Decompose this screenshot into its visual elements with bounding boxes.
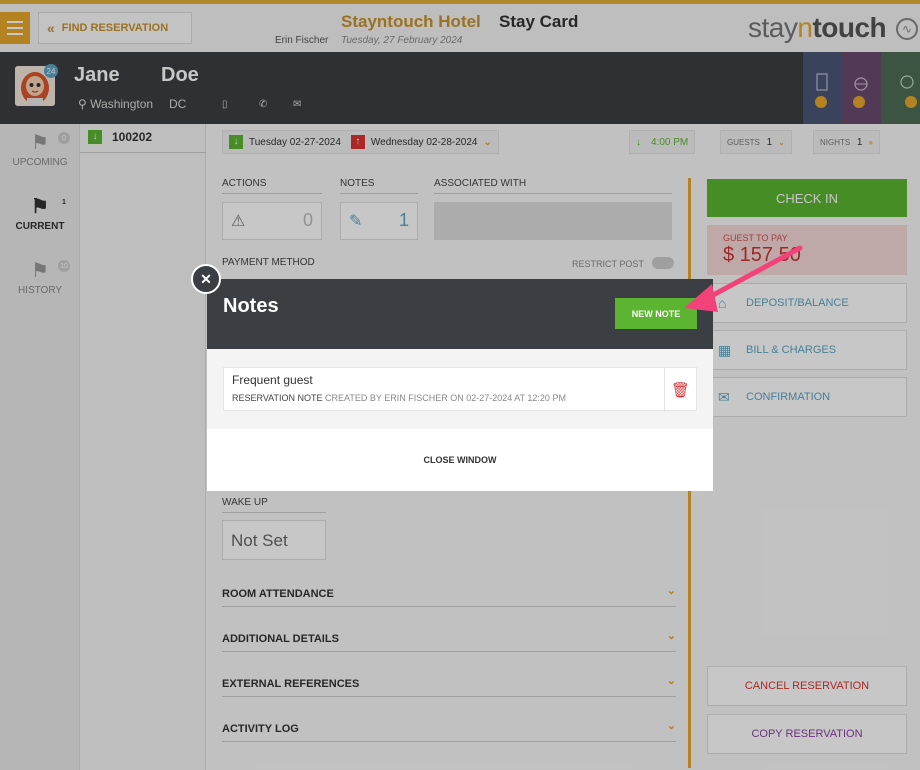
annotation-arrow-icon — [684, 245, 803, 312]
